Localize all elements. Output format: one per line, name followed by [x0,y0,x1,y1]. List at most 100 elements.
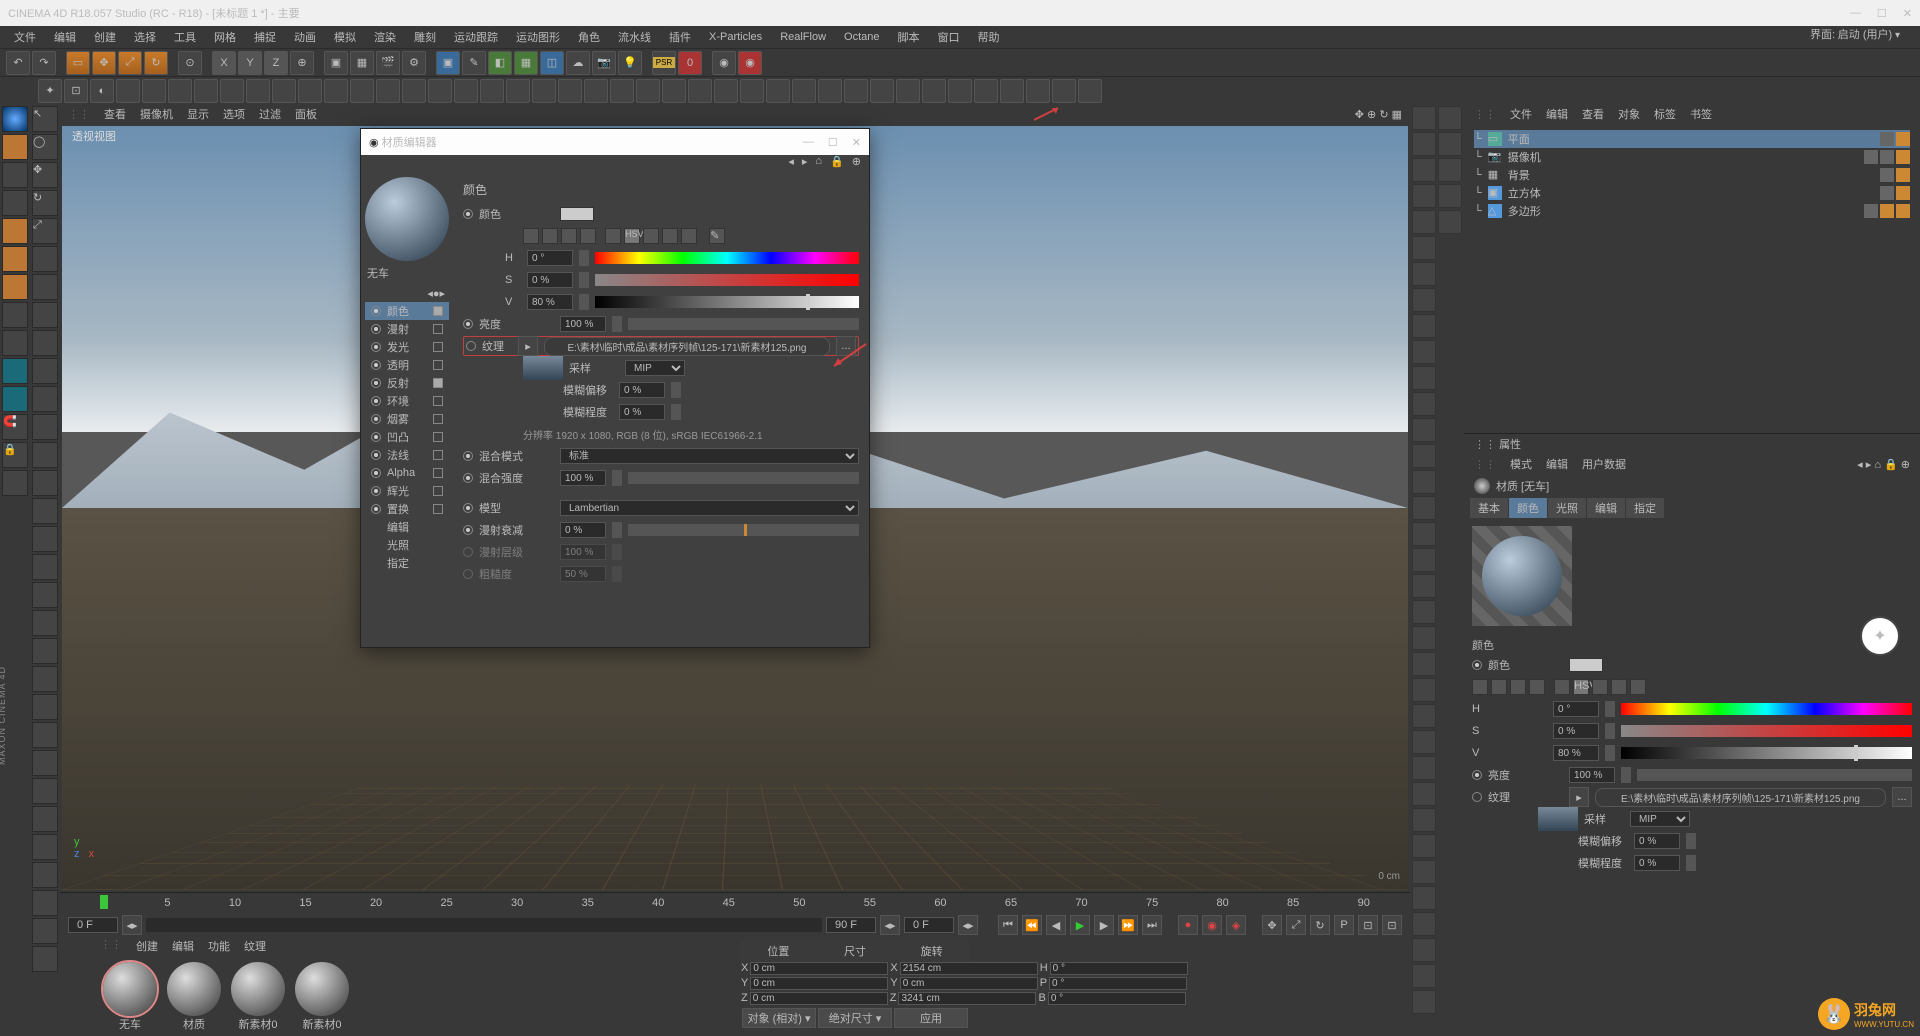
rotate-icon[interactable]: ↻ [32,190,58,216]
palette-icon[interactable] [1412,860,1436,884]
obj-row-camera[interactable]: └📷摄像机 [1474,148,1910,166]
cursor-icon[interactable]: ↖ [32,106,58,132]
edge-mode-icon[interactable] [2,246,28,272]
magnet-icon[interactable]: 🧲 [2,414,28,440]
spinner[interactable] [579,272,589,288]
move-icon[interactable]: ✥ [32,162,58,188]
am-menu[interactable]: 编辑 [1546,456,1568,472]
palette-icon[interactable] [1412,886,1436,910]
palette-icon[interactable] [1438,132,1462,156]
palette-icon[interactable] [1412,782,1436,806]
light-icon[interactable]: 💡 [618,51,642,75]
mix-slider[interactable] [628,472,859,484]
workplane-icon[interactable] [2,330,28,356]
rot-h[interactable] [1050,962,1188,975]
coord-system-icon[interactable]: ⊕ [290,51,314,75]
tool-slot-icon[interactable] [32,302,58,328]
axis-x-icon[interactable]: X [212,51,236,75]
keyframe-icon[interactable]: 0 [678,51,702,75]
menu-item[interactable]: 运动跟踪 [446,27,506,47]
tool-icon[interactable] [350,79,374,103]
tool-icon[interactable] [168,79,192,103]
redo-icon[interactable]: ↷ [32,51,56,75]
vp-nav-icons[interactable]: ✥ ⊕ ↻ ▦ [1355,108,1402,121]
size-x[interactable] [900,962,1038,975]
poly-mode-icon[interactable] [2,274,28,300]
om-menu[interactable]: 对象 [1618,106,1640,122]
obj-row-poly[interactable]: └△多边形 [1474,202,1910,220]
tool-slot-icon[interactable] [32,834,58,860]
palette-icon[interactable] [1412,704,1436,728]
spinner[interactable] [612,470,622,486]
object-tree[interactable]: └▭平面 └📷摄像机 └▦背景 └▣立方体 └△多边形 [1464,124,1920,226]
channel-fog[interactable]: 烟雾 [365,410,449,428]
axis-y-icon[interactable]: Y [238,51,262,75]
tool-slot-icon[interactable] [32,330,58,356]
menu-item[interactable]: 运动图形 [508,27,568,47]
realflow-icon[interactable]: ◉ [738,51,762,75]
am-menu[interactable]: 模式 [1510,456,1532,472]
tool-icon[interactable] [584,79,608,103]
vp-menu[interactable]: 面板 [295,106,317,122]
palette-icon[interactable] [1412,444,1436,468]
spinner[interactable] [671,382,681,398]
tool-slot-icon[interactable] [32,862,58,888]
deformer-icon[interactable]: ◫ [540,51,564,75]
key-param-icon[interactable]: P [1334,915,1354,935]
palette-icon[interactable] [1412,340,1436,364]
channel-bump[interactable]: 凹凸 [365,428,449,446]
close-btn[interactable]: ✕ [1903,7,1912,20]
recent-tool-icon[interactable]: ⊙ [178,51,202,75]
browse-btn[interactable]: ... [836,336,856,356]
tool-icon[interactable] [220,79,244,103]
brightness-slider[interactable] [1637,769,1912,781]
tool-slot-icon[interactable] [32,442,58,468]
tool-icon[interactable] [272,79,296,103]
brightness-field[interactable] [560,316,606,332]
tool-icon[interactable] [948,79,972,103]
radio-icon[interactable] [463,503,473,513]
tool-icon[interactable] [298,79,322,103]
material-item[interactable]: 材质 [164,962,224,1032]
texture-path-field[interactable]: E:\素材\临时\成品\素材序列帧\125-171\新素材125.png [544,337,830,356]
tl-start-field[interactable] [68,917,118,933]
texture-menu-icon[interactable]: ▸ [518,336,538,356]
vp-menu[interactable]: 显示 [187,106,209,122]
arrow-icon[interactable]: ◂●▸ [427,288,445,300]
sat-slider[interactable] [1621,725,1912,737]
select-tool-icon[interactable]: ▭ [66,51,90,75]
apply-btn[interactable]: 应用 [894,1008,968,1028]
tl-spinner[interactable]: ◂▸ [958,915,978,935]
tool-icon[interactable]: ⊡ [64,79,88,103]
palette-icon[interactable] [1412,132,1436,156]
om-menu[interactable]: 文件 [1510,106,1532,122]
om-menu[interactable]: 查看 [1582,106,1604,122]
rot-b[interactable] [1048,992,1186,1005]
octane-icon[interactable]: ◉ [712,51,736,75]
tool-slot-icon[interactable] [32,694,58,720]
axis-mode-icon[interactable] [2,302,28,328]
tool-icon[interactable] [428,79,452,103]
autokey-icon[interactable]: ◉ [1202,915,1222,935]
tool-icon[interactable] [1000,79,1024,103]
palette-icon[interactable] [1412,574,1436,598]
blur-scale-field[interactable] [1634,855,1680,871]
array-icon[interactable]: ▦ [514,51,538,75]
channel-glow[interactable]: 辉光 [365,482,449,500]
tl-spinner[interactable]: ◂▸ [122,915,142,935]
color-mode-icons[interactable]: HSV ✎ [523,228,725,244]
tool-slot-icon[interactable] [32,666,58,692]
val-slider[interactable] [595,296,859,308]
checker-icon[interactable] [2,470,28,496]
prev-key-icon[interactable]: ⏪ [1022,915,1042,935]
move-tool-icon[interactable]: ✥ [92,51,116,75]
tool-icon[interactable] [116,79,140,103]
vp-menu[interactable]: 摄像机 [140,106,173,122]
tool-icon[interactable]: ✦ [38,79,62,103]
attr-tab[interactable]: 光照 [1548,498,1586,518]
nav-icon[interactable]: ▸ [802,155,808,173]
material-item[interactable]: 新素材0 [292,962,352,1032]
sat-field[interactable] [527,272,573,288]
menu-item[interactable]: 选择 [126,27,164,47]
dlg-min-icon[interactable]: — [803,136,814,149]
